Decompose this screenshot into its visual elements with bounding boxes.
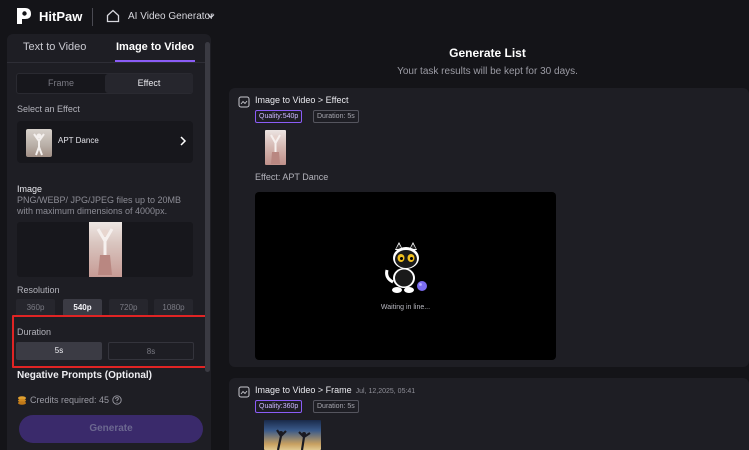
help-icon[interactable] — [112, 395, 122, 405]
coins-icon — [18, 396, 26, 405]
effect-name: APT Dance — [58, 136, 99, 145]
task-title: Image to Video > Effect — [255, 95, 349, 105]
select-effect-label: Select an Effect — [17, 104, 80, 114]
task-title: Image to Video > Frame — [255, 385, 352, 395]
effect-selector[interactable]: APT Dance — [17, 121, 193, 163]
generate-list-subtitle: Your task results will be kept for 30 da… — [397, 66, 578, 77]
negative-prompts-label[interactable]: Negative Prompts (Optional) — [17, 370, 152, 381]
image-to-video-icon — [238, 386, 250, 398]
duration-badge: Duration: 5s — [313, 400, 359, 413]
resolution-label: Resolution — [17, 285, 60, 295]
chevron-down-icon[interactable] — [207, 12, 215, 20]
panel-scrollbar[interactable] — [205, 42, 210, 372]
tabs-divider — [7, 62, 207, 63]
credits-text: Credits required: 45 — [30, 395, 110, 405]
person-figure-icon — [96, 228, 114, 275]
quality-badge: Quality:360p — [255, 400, 303, 413]
hitpaw-logo-icon — [17, 8, 31, 24]
task-card: Image to Video > Frame Jul, 12,2025, 05:4… — [229, 378, 749, 450]
task-card: Image to Video > Effect Quality:540p Dur… — [229, 88, 749, 367]
resolution-highlight-box — [12, 315, 208, 368]
image-upload-area[interactable] — [17, 222, 193, 277]
product-name[interactable]: AI Video Generator — [128, 11, 213, 22]
dancer-figure-icon — [33, 133, 45, 156]
waiting-status: Waiting in line... — [380, 304, 431, 311]
image-label: Image — [17, 184, 43, 194]
generate-list-title: Generate List — [449, 46, 526, 60]
image-to-video-icon — [238, 96, 250, 108]
app-header: HitPaw AI Video Generator — [0, 0, 749, 34]
task-source-thumbnail[interactable] — [265, 130, 286, 165]
chevron-right-icon[interactable] — [178, 135, 188, 147]
uploaded-image-thumbnail — [89, 222, 122, 277]
video-preview[interactable]: Waiting in line... — [255, 192, 556, 360]
home-icon[interactable] — [106, 9, 120, 23]
credits-info: Credits required: 45 — [17, 395, 122, 405]
cat-mascot-icon — [385, 242, 427, 293]
quality-badge: Quality:540p — [255, 110, 303, 123]
brand-name: HitPaw — [39, 8, 83, 24]
settings-panel: Text to Video Image to Video Frame Effec… — [7, 34, 211, 450]
task-effect-text: Effect: APT Dance — [255, 172, 329, 182]
dancers-silhouette-icon — [276, 429, 311, 450]
generate-button[interactable]: Generate — [19, 415, 203, 443]
header-divider — [92, 8, 93, 26]
effect-thumbnail — [26, 129, 52, 157]
task-title-wrapper: Image to Video > Frame Jul, 12,2025, 05:4… — [255, 385, 415, 395]
task-timestamp: Jul, 12,2025, 05:41 — [355, 388, 416, 395]
image-requirements: PNG/WEBP/ JPG/JPEG files up to 20MB with… — [17, 195, 182, 216]
task-source-thumbnail[interactable] — [264, 420, 321, 450]
person-figure-icon — [270, 134, 281, 164]
brand-logo[interactable]: HitPaw — [15, 6, 82, 26]
duration-badge: Duration: 5s — [313, 110, 359, 123]
